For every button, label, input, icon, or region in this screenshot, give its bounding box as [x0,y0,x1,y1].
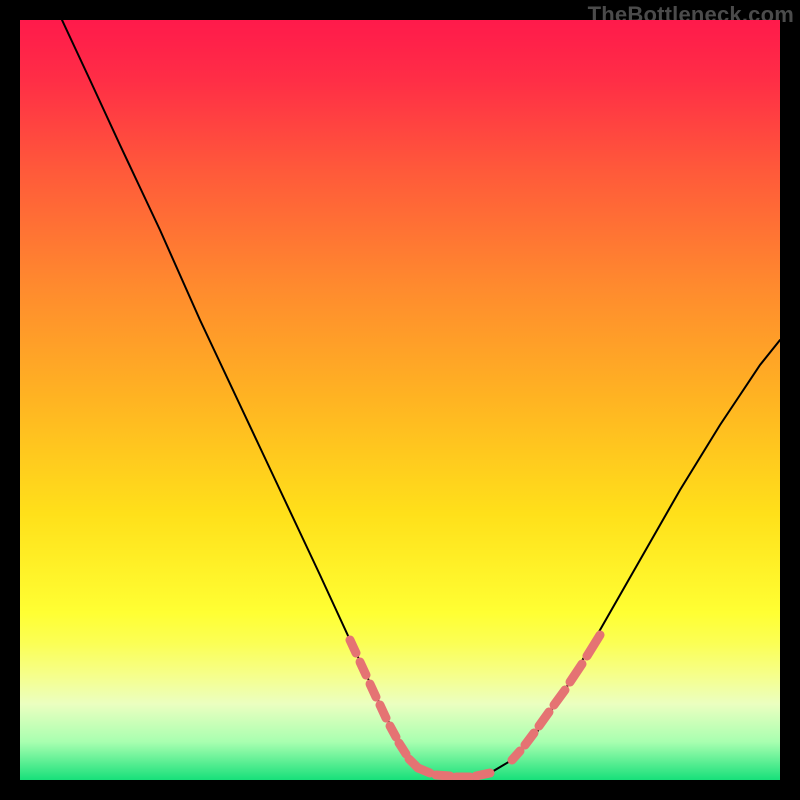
bottleneck-chart [20,20,780,780]
outer-frame: TheBottleneck.com [0,0,800,800]
highlight-dash [370,684,376,697]
gradient-background [20,20,780,780]
plot-area [20,20,780,780]
highlight-dash [476,773,490,776]
highlight-dash [360,662,366,675]
highlight-dash [512,751,520,760]
highlight-dash [436,775,450,776]
highlight-dash [350,640,356,653]
highlight-dash [390,726,396,737]
highlight-dash [418,768,430,773]
highlight-dash [380,705,386,718]
highlight-dash [399,743,406,754]
